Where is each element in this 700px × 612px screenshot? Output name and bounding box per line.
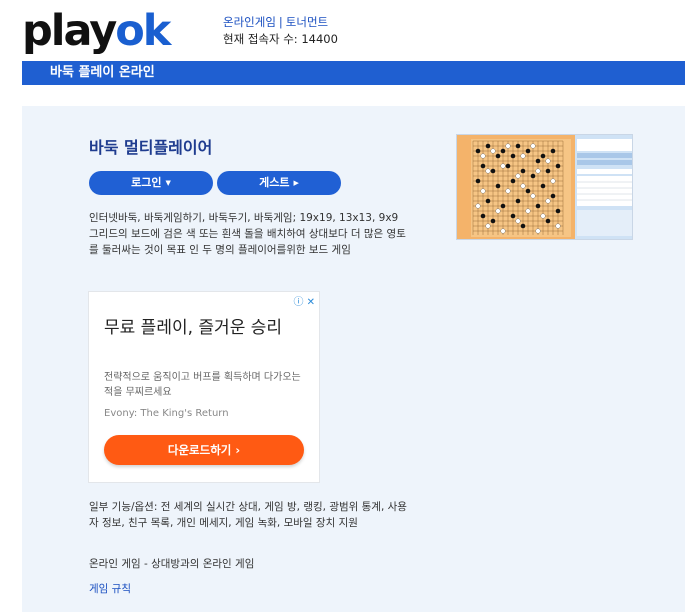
logo-play-text: play: [22, 6, 117, 56]
login-button-label: 로그인: [131, 176, 162, 189]
caret-down-icon: ▼: [165, 179, 171, 187]
game-title: 바둑 멀티플레이어: [89, 138, 213, 157]
page-title-bar: 바둑 플레이 온라인: [22, 61, 685, 85]
site-header: playok 온라인게임 | 토너먼트 현재 접속자 수: 14400: [0, 0, 700, 60]
online-count-label: 현재 접속자 수:: [223, 32, 298, 46]
ad-body: 전략적으로 움직이고 버프를 획득하며 다가오는 적을 무찌르세요: [104, 372, 301, 398]
nav-tournaments-link[interactable]: 토너먼트: [286, 15, 328, 29]
game-panel: 바둑 멀티플레이어 로그인 ▼ 게스트 ▶ 인터넷바둑, 바둑게임하기, 바둑두기,…: [22, 106, 685, 612]
top-nav: 온라인게임 | 토너먼트 현재 접속자 수: 14400: [223, 14, 338, 48]
ad-info-close-icon[interactable]: ⓘ ✕: [293, 293, 315, 308]
ad-source: Evony: The King's Return: [104, 408, 229, 419]
advertisement-box[interactable]: ⓘ ✕ 무료 플레이, 즐거운 승리 전략적으로 움직이고 버프를 획득하며 다…: [88, 291, 320, 483]
game-screenshot-thumbnail[interactable]: [456, 134, 633, 240]
caret-right-icon: ▶: [293, 179, 299, 187]
nav-online-games-link[interactable]: 온라인게임: [223, 15, 276, 29]
ad-download-button[interactable]: 다운로드하기 ›: [104, 435, 304, 465]
guest-button-label: 게스트: [259, 176, 290, 189]
online-game-description: 온라인 게임 - 상대방과의 온라인 게임: [89, 558, 255, 570]
game-description: 인터넷바둑, 바둑게임하기, 바둑두기, 바둑게임; 19x19, 13x13,…: [89, 212, 406, 256]
game-rules-link[interactable]: 게임 규칙: [89, 581, 131, 596]
guest-button[interactable]: 게스트 ▶: [217, 171, 341, 195]
playok-logo[interactable]: playok: [22, 6, 171, 56]
page-title: 바둑 플레이 온라인: [50, 65, 155, 80]
login-button[interactable]: 로그인 ▼: [89, 171, 213, 195]
online-count-value: 14400: [301, 32, 338, 46]
go-board-image: [457, 135, 632, 239]
online-count: 현재 접속자 수: 14400: [223, 31, 338, 48]
ad-headline: 무료 플레이, 즐거운 승리: [104, 318, 283, 338]
game-features: 일부 기능/옵션: 전 세계의 실시간 상대, 게임 방, 랭킹, 광범위 통계…: [89, 501, 407, 529]
logo-ok-text: ok: [115, 6, 171, 56]
nav-separator: |: [278, 15, 283, 29]
